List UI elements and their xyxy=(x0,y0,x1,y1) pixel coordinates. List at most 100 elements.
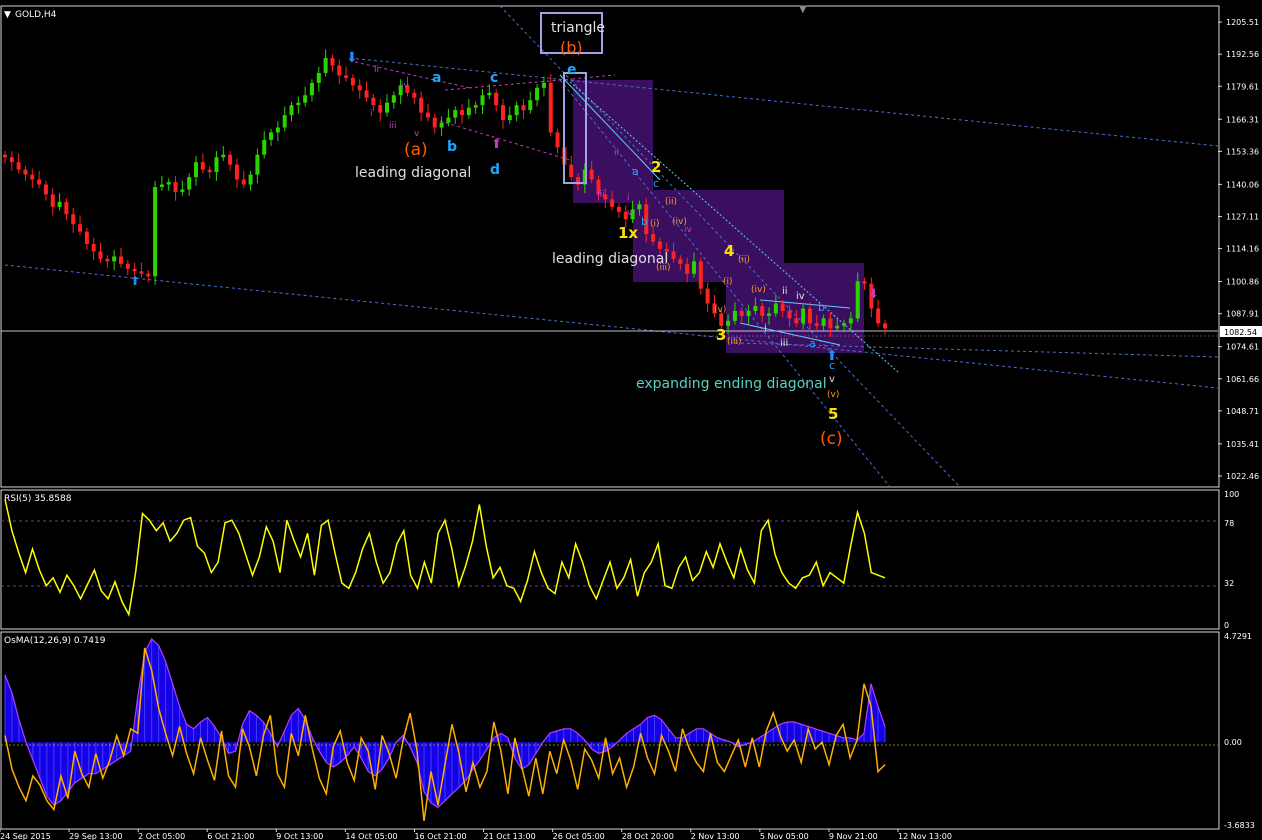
candle-body xyxy=(548,82,553,133)
arrow-up-icon: ⬆ xyxy=(130,274,140,288)
candle-body xyxy=(678,258,683,264)
candle-body xyxy=(555,132,560,148)
sub-i-label: (i) xyxy=(650,219,660,229)
price-tick-label: 1074.61 xyxy=(1226,343,1259,352)
zone-box xyxy=(726,263,864,353)
wave-a-big-label: (a) xyxy=(404,140,428,160)
candle-body xyxy=(828,318,833,329)
candle-body xyxy=(91,244,96,252)
candle-body xyxy=(180,189,185,192)
candle-body xyxy=(460,110,465,116)
candle-body xyxy=(98,251,103,259)
minor-v-label: v xyxy=(627,208,633,218)
date-tick-label: 6 Oct 21:00 xyxy=(207,832,254,840)
rsi-tick-label: 78 xyxy=(1224,519,1234,528)
candle-body xyxy=(43,184,48,195)
arrow-down-icon: ⬇ xyxy=(868,287,879,302)
wave-c-big-label: (c) xyxy=(820,429,843,449)
candle-body xyxy=(521,105,526,111)
candle-body xyxy=(507,115,512,121)
sub-ii-label: (ii) xyxy=(738,255,750,265)
small-c-label: c xyxy=(653,177,659,190)
price-tick-label: 1022.46 xyxy=(1226,472,1259,481)
candle-body xyxy=(691,261,696,274)
candle-body xyxy=(282,115,287,128)
candle-body xyxy=(30,174,35,180)
candle-body xyxy=(494,92,499,106)
tri-e-label: e xyxy=(567,62,577,78)
ending-iv-label: iv xyxy=(796,291,805,302)
candle-body xyxy=(883,323,887,329)
candle-body xyxy=(50,194,55,207)
price-tick-label: 1061.66 xyxy=(1226,375,1259,384)
price-tick-label: 1087.91 xyxy=(1226,310,1259,319)
candle-body xyxy=(541,82,546,88)
candle-body xyxy=(473,105,478,108)
ending-v-label: v xyxy=(829,374,835,385)
price-tick-label: 1100.86 xyxy=(1226,278,1259,287)
arrow-down-icon: ⬇ xyxy=(346,50,358,66)
candle-body xyxy=(132,268,137,272)
candle-body xyxy=(432,117,437,128)
candle-body xyxy=(855,281,860,319)
candle-body xyxy=(125,263,130,269)
rsi-tick-label: 32 xyxy=(1224,579,1234,588)
wave-1x-label: 1x xyxy=(618,224,638,242)
candle-body xyxy=(671,251,676,259)
candle-body xyxy=(269,132,274,140)
candle-body xyxy=(651,234,656,242)
wave-b-big-label: (b) xyxy=(560,38,583,57)
ld-ii-label: ii xyxy=(374,65,379,75)
date-tick-label: 16 Oct 21:00 xyxy=(414,832,466,840)
channel-line xyxy=(349,57,1219,147)
channel-line xyxy=(4,264,1219,389)
leading-diagonal-label-2: leading diagonal xyxy=(552,251,668,267)
date-tick-label: 9 Nov 21:00 xyxy=(829,832,878,840)
candle-body xyxy=(616,206,621,212)
candle-body xyxy=(337,65,342,76)
osma-histogram xyxy=(4,637,886,809)
tri-d-label: d xyxy=(490,162,500,178)
expanding-ending-diagonal-label: expanding ending diagonal xyxy=(636,376,827,392)
ld-iii-label: iii xyxy=(389,121,397,131)
candle-body xyxy=(780,303,785,311)
candle-body xyxy=(364,90,369,98)
price-tick-label: 1114.16 xyxy=(1226,245,1259,254)
candle-body xyxy=(214,157,219,173)
candle-body xyxy=(466,107,471,116)
candle-body xyxy=(535,87,540,101)
sub-i-label: (i) xyxy=(723,277,733,287)
arrow-up-icon: ⬆ xyxy=(491,137,502,152)
wave-2-label: 2 xyxy=(651,158,661,176)
ending-a-label: a xyxy=(809,337,816,350)
candle-body xyxy=(773,303,778,314)
channel-lines-layer xyxy=(1,5,1219,488)
small-a-label: a xyxy=(632,165,639,178)
candle-body xyxy=(207,169,212,173)
rsi-line xyxy=(4,499,886,617)
candle-body xyxy=(835,325,840,329)
candle-body xyxy=(57,201,62,207)
date-tick-label: 26 Oct 05:00 xyxy=(553,832,605,840)
candle-body xyxy=(685,263,690,274)
price-tick-label: 1166.31 xyxy=(1226,115,1259,124)
osma-label: OsMA(12,26,9) 0.7419 xyxy=(4,636,106,646)
minor-iii-label: iii xyxy=(597,190,605,200)
candle-body xyxy=(194,162,199,178)
candle-body xyxy=(78,224,83,232)
ending-iii-label: iii xyxy=(780,338,788,349)
candle-body xyxy=(739,310,744,316)
candle-body xyxy=(23,169,28,175)
candle-body xyxy=(37,179,42,185)
candle-body xyxy=(391,95,396,103)
candle-body xyxy=(350,77,355,86)
candle-body xyxy=(357,85,362,91)
candle-body xyxy=(412,92,417,98)
last-price-label: 1082.54 xyxy=(1224,328,1257,337)
sub-iv-label: (iv) xyxy=(751,285,766,295)
leading-diagonal-label-1: leading diagonal xyxy=(355,165,471,181)
date-tick-label: 5 Nov 05:00 xyxy=(760,832,809,840)
ending-i-label: i xyxy=(764,323,767,334)
rsi-tick-label: 100 xyxy=(1224,490,1239,499)
chevron-down-icon[interactable]: ▼ xyxy=(4,10,11,20)
